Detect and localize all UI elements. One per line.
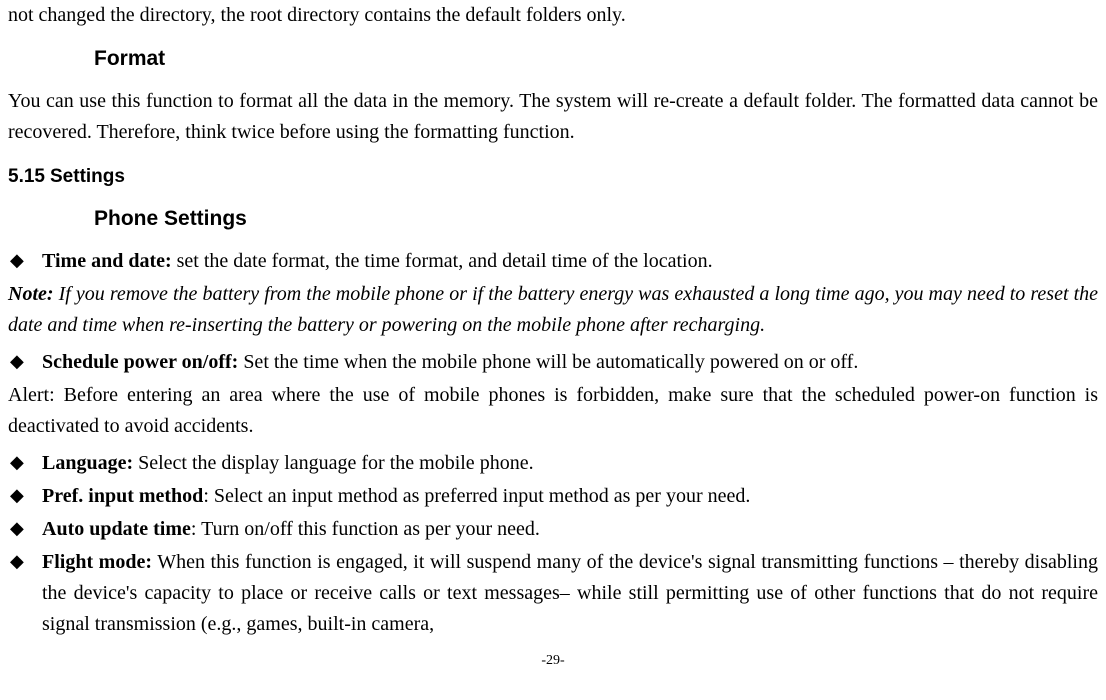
bullet-text: Pref. input method: Select an input meth… bbox=[42, 481, 1098, 512]
bullet-label: Flight mode: bbox=[42, 551, 152, 573]
bullet-pref-input: ◆ Pref. input method: Select an input me… bbox=[8, 481, 1098, 512]
diamond-icon: ◆ bbox=[8, 547, 42, 576]
diamond-icon: ◆ bbox=[8, 481, 42, 510]
alert-paragraph: Alert: Before entering an area where the… bbox=[8, 380, 1098, 442]
section-label: Settings bbox=[50, 166, 125, 187]
bullet-flight-mode: ◆ Flight mode: When this function is eng… bbox=[8, 547, 1098, 640]
bullet-label: Schedule power on/off: bbox=[42, 351, 238, 373]
heading-phone-settings: Phone Settings bbox=[8, 203, 1098, 236]
bullet-body: When this function is engaged, it will s… bbox=[42, 551, 1098, 635]
heading-format: Format bbox=[8, 43, 1098, 76]
bullet-text: Auto update time: Turn on/off this funct… bbox=[42, 514, 1098, 545]
note-paragraph: Note: If you remove the battery from the… bbox=[8, 279, 1098, 341]
bullet-text: Language: Select the display language fo… bbox=[42, 448, 1098, 479]
paragraph-format: You can use this function to format all … bbox=[8, 86, 1098, 148]
section-number: 5.15 bbox=[8, 162, 50, 191]
bullet-label: Time and date: bbox=[42, 250, 172, 272]
bullet-text: Time and date: set the date format, the … bbox=[42, 246, 1098, 277]
page-number: -29- bbox=[8, 650, 1098, 672]
bullet-body: set the date format, the time format, an… bbox=[172, 250, 713, 272]
bullet-text: Schedule power on/off: Set the time when… bbox=[42, 347, 1098, 378]
bullet-label: Language: bbox=[42, 452, 133, 474]
note-label: Note: bbox=[8, 283, 54, 305]
diamond-icon: ◆ bbox=[8, 347, 42, 376]
continuation-text: not changed the directory, the root dire… bbox=[8, 0, 1098, 31]
bullet-schedule: ◆ Schedule power on/off: Set the time wh… bbox=[8, 347, 1098, 378]
bullet-language: ◆ Language: Select the display language … bbox=[8, 448, 1098, 479]
diamond-icon: ◆ bbox=[8, 246, 42, 275]
note-body-text: If you remove the battery from the mobil… bbox=[8, 283, 1098, 336]
bullet-time-date: ◆ Time and date: set the date format, th… bbox=[8, 246, 1098, 277]
bullet-body: : Select an input method as preferred in… bbox=[203, 485, 750, 507]
bullet-body: : Turn on/off this function as per your … bbox=[191, 518, 540, 540]
diamond-icon: ◆ bbox=[8, 448, 42, 477]
bullet-auto-update: ◆ Auto update time: Turn on/off this fun… bbox=[8, 514, 1098, 545]
bullet-body: Set the time when the mobile phone will … bbox=[238, 351, 858, 373]
bullet-body: Select the display language for the mobi… bbox=[133, 452, 533, 474]
page-content: not changed the directory, the root dire… bbox=[8, 0, 1098, 671]
bullet-label: Pref. input method bbox=[42, 485, 203, 507]
heading-settings: 5.15Settings bbox=[8, 162, 1098, 191]
bullet-label: Auto update time bbox=[42, 518, 191, 540]
bullet-text: Flight mode: When this function is engag… bbox=[42, 547, 1098, 640]
diamond-icon: ◆ bbox=[8, 514, 42, 543]
